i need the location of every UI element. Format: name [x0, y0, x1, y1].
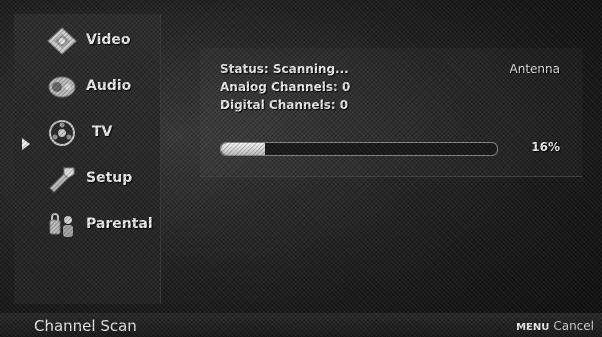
menu-item-parental[interactable]: Parental: [14, 206, 160, 246]
scan-progress-bar: [220, 142, 498, 156]
digital-channels-count: Digital Channels: 0: [220, 98, 349, 112]
scan-progress-percent: 16%: [531, 140, 560, 154]
menu-item-label: TV: [92, 124, 113, 140]
menu-item-setup[interactable]: Setup: [14, 160, 160, 200]
tv-menu-screen: Video Audio TV Setup Parental Status: Sc…: [0, 0, 602, 337]
menu-item-label: Parental: [86, 216, 153, 232]
parental-icon: [49, 213, 73, 237]
menu-item-label: Audio: [86, 78, 132, 94]
page-title: Channel Scan: [34, 317, 137, 335]
analog-channels-count: Analog Channels: 0: [220, 80, 351, 94]
cancel-label: Cancel: [553, 319, 594, 333]
menu-item-audio[interactable]: Audio: [14, 68, 160, 108]
audio-icon: [48, 76, 76, 98]
menu-item-label: Video: [86, 32, 131, 48]
setup-icon: [49, 167, 75, 193]
scan-progress-fill: [221, 143, 266, 155]
tv-icon: [49, 120, 75, 146]
menu-item-tv[interactable]: TV: [14, 114, 160, 154]
menu-key-label: MENU: [516, 322, 550, 333]
menu-item-video[interactable]: Video: [14, 22, 160, 62]
main-menu-sidebar: Video Audio TV Setup Parental: [14, 14, 161, 304]
footer-bar: Channel Scan MENU Cancel: [0, 313, 602, 337]
selection-arrow-icon: [22, 138, 30, 150]
video-icon: [47, 27, 77, 55]
scan-status-text: Status: Scanning...: [220, 62, 349, 76]
channel-scan-panel: Status: Scanning... Analog Channels: 0 D…: [200, 48, 582, 177]
signal-source-label: Antenna: [509, 62, 560, 76]
cancel-hint[interactable]: MENU Cancel: [516, 319, 594, 333]
menu-item-label: Setup: [86, 170, 133, 186]
